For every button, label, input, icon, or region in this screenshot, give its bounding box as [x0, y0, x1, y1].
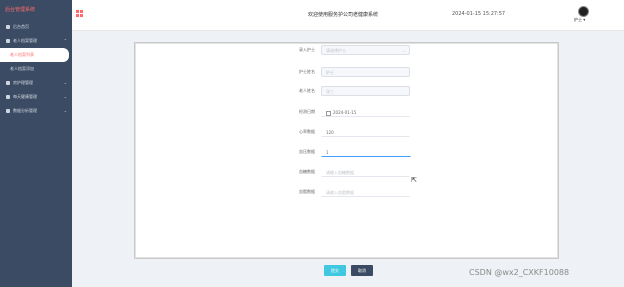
home-icon [6, 25, 10, 29]
blood-pressure-input[interactable]: 1 [321, 147, 411, 157]
sidebar-item-label: 老人档案列表 [10, 52, 34, 57]
menu-toggle-icon[interactable] [76, 10, 84, 18]
sidebar: 后台管理系统 后台首页 老人档案管理 ⌃ 老人档案列表 老人档案添加 房护理管理… [0, 0, 72, 287]
chart-icon [6, 109, 10, 113]
check-date-picker[interactable]: 2024-01-15 [321, 107, 410, 117]
field-label: 血糖数据 [299, 169, 315, 174]
blood-sugar-input[interactable]: 请输入血糖数据 [321, 167, 410, 177]
sidebar-item-home[interactable]: 后台首页 [0, 20, 72, 34]
cancel-button[interactable]: 取消 [351, 265, 373, 276]
field-label: 检测日期 [299, 109, 315, 114]
nurse-name-field[interactable]: 护士 [321, 67, 410, 77]
mouse-cursor-icon: ⇱ [411, 176, 417, 184]
sidebar-item-label: 后台首页 [13, 24, 29, 29]
blood-lipid-input[interactable]: 请输入血脂数据 [321, 187, 410, 197]
form-row-nurse: 录入护士 请选择护士 ⌄ [135, 45, 558, 57]
app-title: 后台管理系统 [5, 7, 36, 13]
sidebar-item-health[interactable]: 每天健康管理 ⌄ [0, 90, 72, 104]
field-label: 血压数据 [299, 149, 315, 154]
sidebar-item-label: 老人档案管理 [13, 38, 37, 43]
nurse-select[interactable]: 请选择护士 ⌄ [321, 45, 410, 55]
form-row-blood-sugar: 血糖数据 请输入血糖数据 [135, 167, 558, 179]
form-row-check-date: 检测日期 2024-01-15 [135, 107, 558, 119]
sidebar-item-label: 老人档案添加 [10, 66, 34, 71]
sidebar-item-label: 每天健康管理 [13, 94, 37, 99]
sidebar-item-label: 房护理管理 [13, 80, 33, 85]
chevron-up-icon: ⌃ [63, 38, 67, 43]
bed-icon [6, 81, 10, 85]
form-row-heart-rate: 心率数据 120 [135, 127, 558, 139]
chevron-down-icon: ⌄ [63, 80, 67, 85]
avatar[interactable] [578, 6, 589, 17]
form-row-elder-name: 老人姓名 张三 [135, 86, 558, 98]
field-label: 老人姓名 [299, 88, 315, 93]
sidebar-item-elder-add[interactable]: 老人档案添加 [0, 62, 72, 76]
chevron-down-icon: ⌄ [63, 108, 67, 113]
field-label: 心率数据 [299, 129, 315, 134]
submit-button[interactable]: 提交 [324, 265, 346, 276]
form-row-nurse-name: 护士姓名 护士 [135, 67, 558, 79]
heart-rate-input[interactable]: 120 [321, 127, 410, 137]
sidebar-item-elder-records[interactable]: 老人档案管理 ⌃ [0, 34, 72, 48]
form-panel: 录入护士 请选择护士 ⌄ 护士姓名 护士 老人姓名 张三 检测日期 2024-0… [134, 42, 559, 259]
top-header: 欢迎使用服务护公司老健康系统 2024-01-15 15:27:57 护士 ▾ [72, 0, 624, 31]
calendar-icon [326, 110, 331, 116]
folder-icon [6, 39, 10, 43]
form-row-blood-pressure: 血压数据 1 [135, 147, 558, 159]
sidebar-item-analysis[interactable]: 数据分析管理 ⌄ [0, 104, 72, 118]
header-title: 欢迎使用服务护公司老健康系统 [308, 12, 379, 18]
chevron-down-icon: ⌄ [402, 48, 406, 53]
field-label: 录入护士 [299, 47, 315, 52]
elder-name-field[interactable]: 张三 [321, 86, 410, 96]
user-menu[interactable]: 护士 ▾ [574, 17, 585, 23]
chevron-down-icon: ⌄ [63, 94, 67, 99]
sidebar-item-label: 数据分析管理 [13, 108, 37, 113]
form-row-blood-lipid: 血脂数据 请输入血脂数据 [135, 187, 558, 199]
field-label: 血脂数据 [299, 189, 315, 194]
heart-icon [6, 95, 10, 99]
sidebar-item-elder-list[interactable]: 老人档案列表 [0, 48, 69, 62]
header-datetime: 2024-01-15 15:27:57 [452, 11, 506, 17]
sidebar-item-care[interactable]: 房护理管理 ⌄ [0, 76, 72, 90]
watermark: CSDN @wx2_CXKF10088 [469, 268, 570, 277]
field-label: 护士姓名 [299, 69, 315, 74]
